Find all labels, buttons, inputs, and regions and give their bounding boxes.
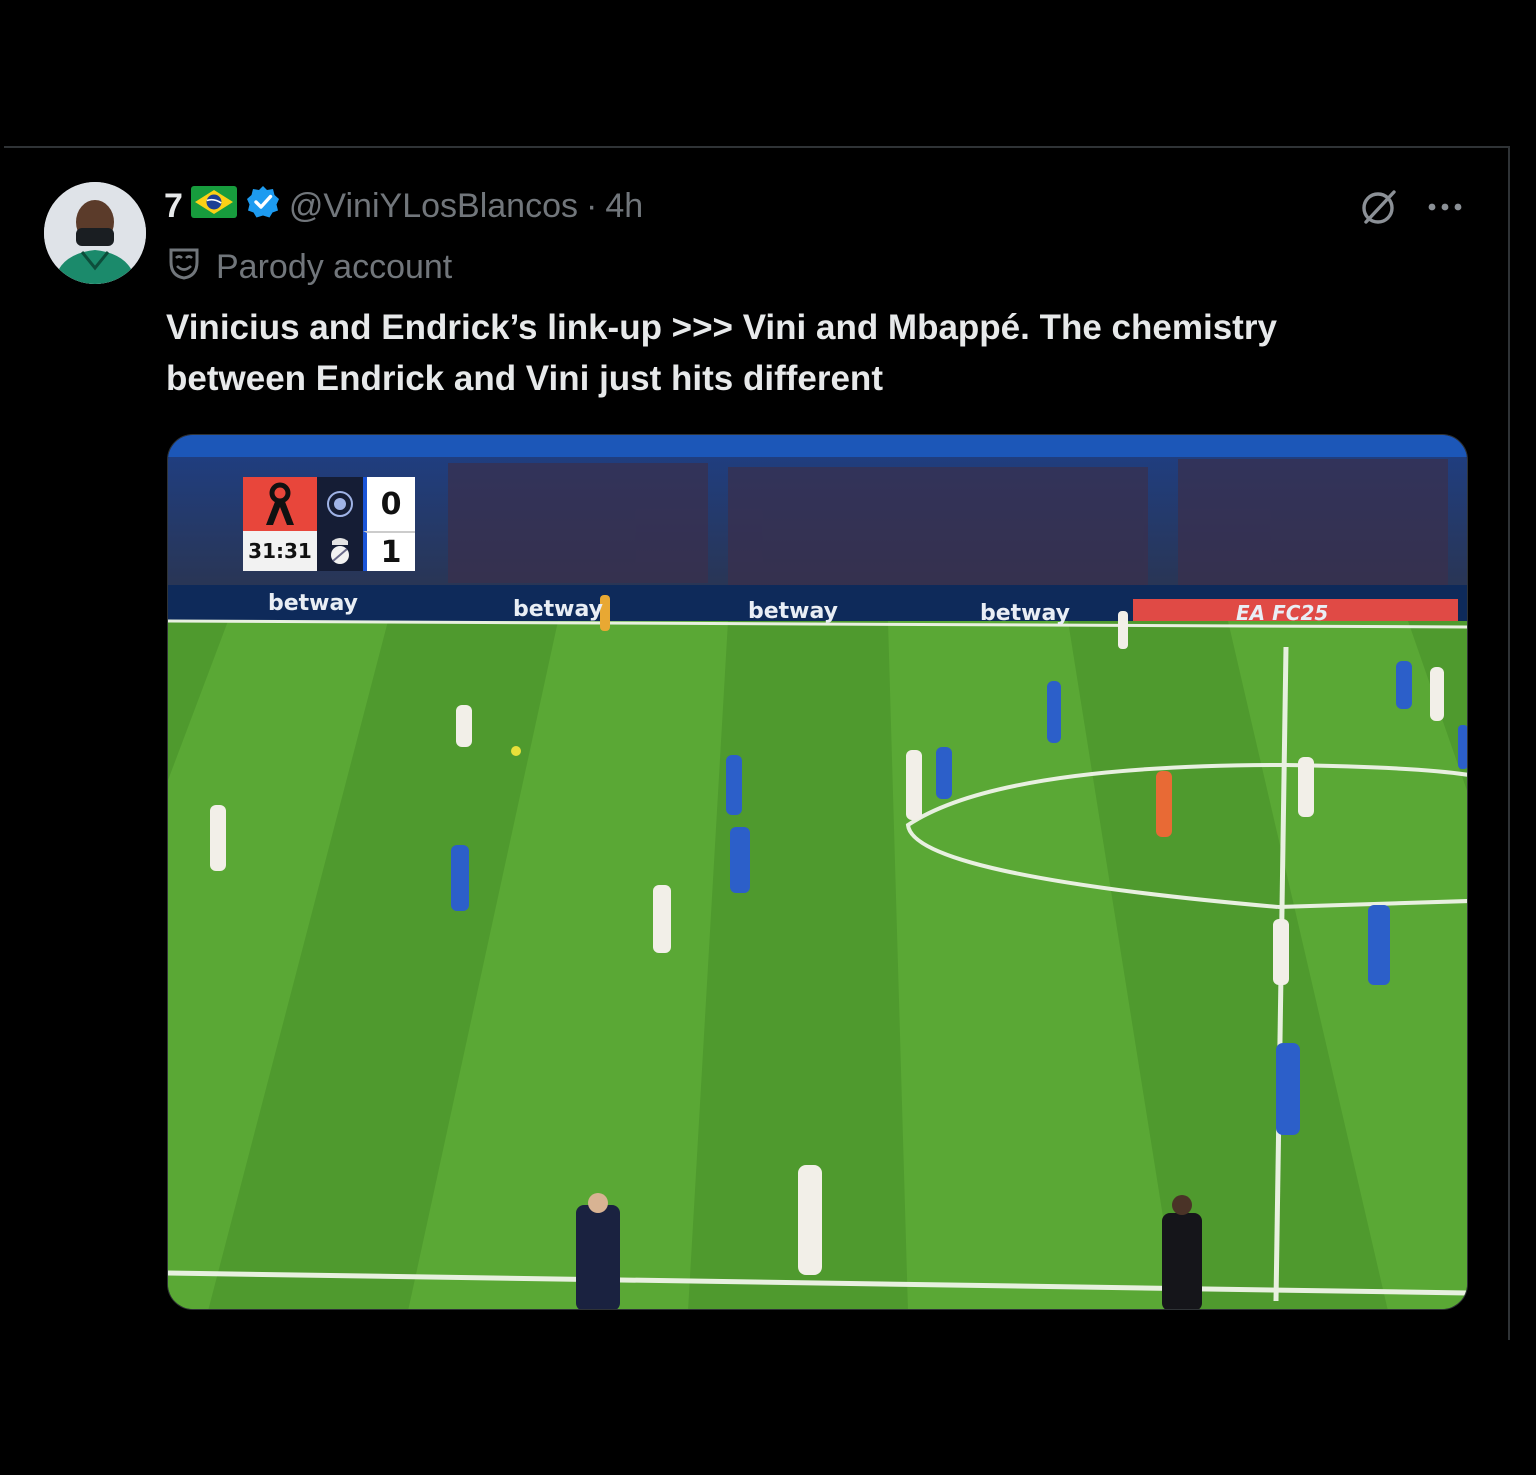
mourning-ribbon-icon [243, 477, 317, 531]
avatar-image [44, 182, 146, 284]
home-score: 0 [363, 477, 415, 531]
getafe-crest-icon [317, 477, 363, 531]
ad-board-text: betway [980, 601, 1071, 626]
grok-icon[interactable] [1358, 186, 1400, 228]
tweet-text: Vinicius and Endrick’s link-up >>> Vini … [166, 308, 1277, 398]
parody-label: Parody account [216, 247, 453, 286]
handle[interactable]: @ViniYLosBlancos [289, 187, 578, 226]
timestamp[interactable]: 4h [605, 187, 643, 226]
display-name[interactable]: 7 [164, 187, 183, 226]
away-score: 1 [363, 531, 415, 571]
more-icon[interactable] [1424, 190, 1468, 224]
real-madrid-crest-icon [317, 531, 363, 571]
separator-dot: · [585, 186, 598, 225]
tweet-header: 7 @ViniYLosBlancos · 4h [164, 182, 643, 230]
verified-badge-icon[interactable] [245, 184, 281, 229]
parody-mask-icon [166, 245, 202, 290]
match-clock: 31:31 [243, 531, 317, 571]
ad-board-text: betway [268, 591, 359, 616]
ad-board-text: betway [513, 597, 604, 622]
scoreboard: 0 31:31 1 [243, 477, 419, 571]
brazil-flag-icon [190, 185, 237, 227]
tweet-video[interactable]: betway betway betway betway EA FC25 0 31… [167, 434, 1468, 1310]
ad-board-text: betway [748, 599, 839, 624]
parody-label-row: Parody account [166, 244, 452, 290]
ad-board-text: EA FC25 [1236, 601, 1329, 625]
avatar[interactable] [44, 182, 146, 284]
